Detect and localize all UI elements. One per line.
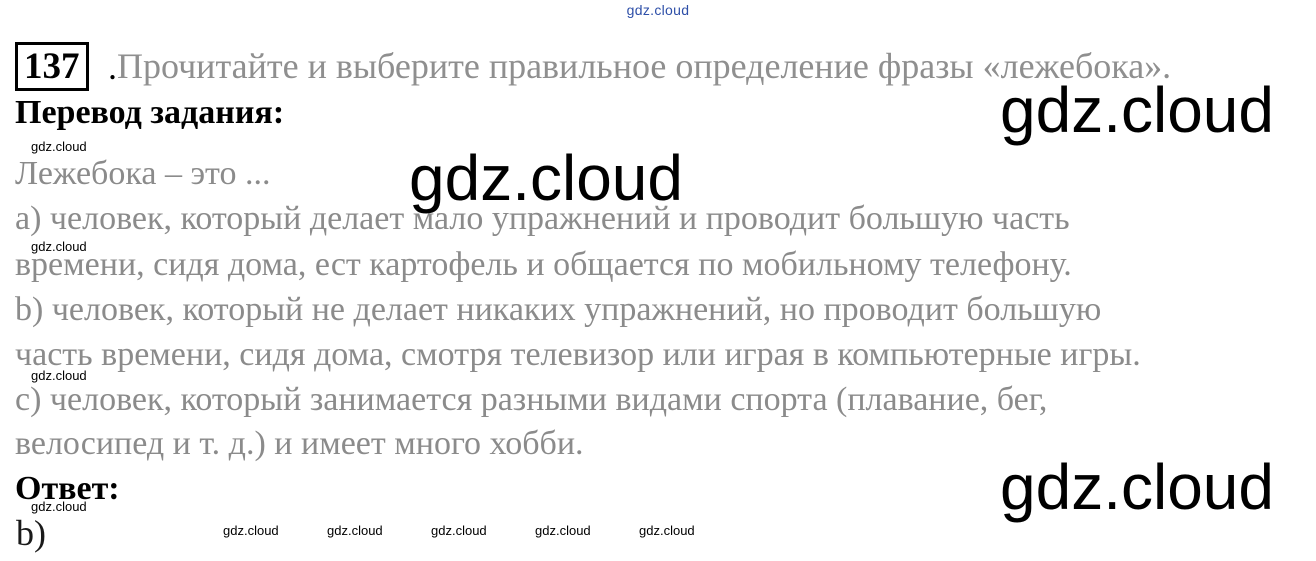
option-c-line-1: с) человек, который занимается разными в… (15, 381, 1048, 418)
watermark-small: gdz.cloud (327, 523, 383, 538)
option-b-line-1: b) человек, который не делает никаких уп… (15, 291, 1102, 328)
watermark-small: gdz.cloud (535, 523, 591, 538)
watermark-top: gdz.cloud (626, 2, 690, 18)
watermark-small: gdz.cloud (223, 523, 279, 538)
translation-lead: Лежебока – это ... (15, 155, 271, 192)
watermark-small: gdz.cloud (31, 368, 87, 383)
watermark-large-right-top: gdz.cloud (1000, 74, 1274, 146)
option-c-line-2: велосипед и т. д.) и имеет много хобби. (15, 425, 584, 462)
exercise-number: 137 (15, 42, 89, 91)
watermark-large-right-bottom: gdz.cloud (1000, 451, 1274, 523)
watermark-large-center: gdz.cloud (409, 142, 683, 214)
translation-heading: Перевод задания: (15, 94, 285, 131)
answer-value: b) (16, 513, 46, 553)
option-a-line-2: времени, сидя дома, ест картофель и обща… (15, 246, 1072, 283)
option-b-line-2: часть времени, сидя дома, смотря телевиз… (15, 336, 1141, 373)
watermark-small: gdz.cloud (31, 499, 87, 514)
watermark-small: gdz.cloud (431, 523, 487, 538)
exercise-number-dot: . (108, 47, 117, 87)
watermark-small: gdz.cloud (31, 239, 87, 254)
watermark-small: gdz.cloud (31, 139, 87, 154)
watermark-small: gdz.cloud (639, 523, 695, 538)
